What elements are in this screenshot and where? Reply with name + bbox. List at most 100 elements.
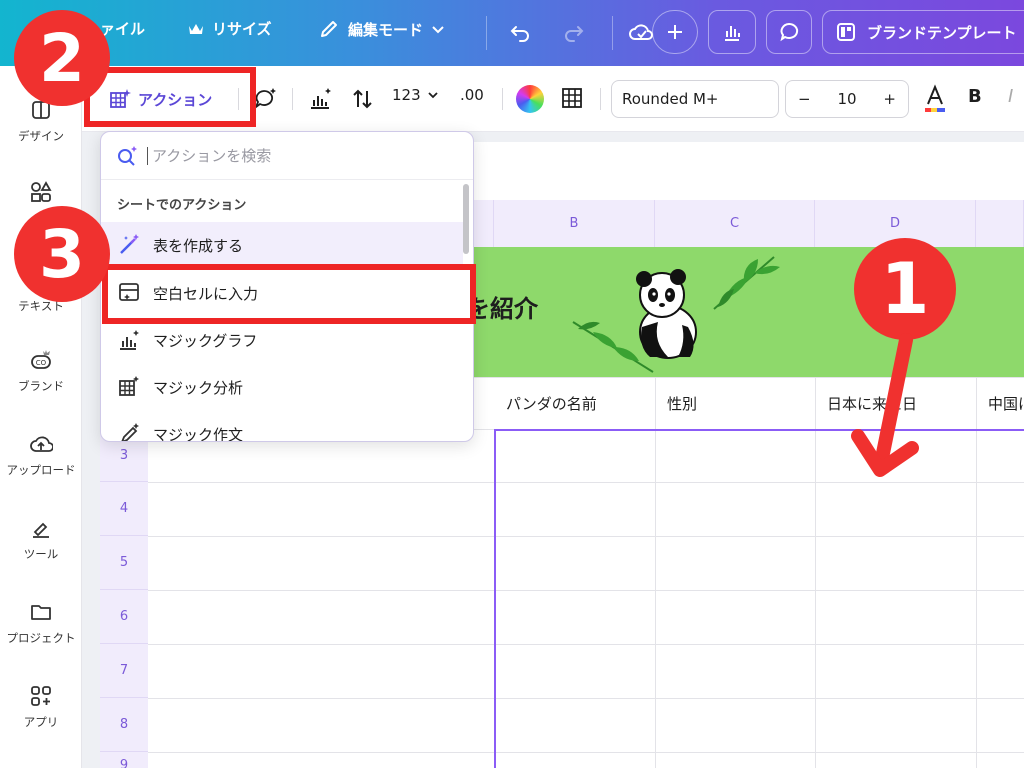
sidebar-item-tools[interactable]: ツール: [0, 516, 82, 562]
sidebar-item-label: プロジェクト: [6, 631, 76, 645]
brand-template-button[interactable]: ブランドテンプレート: [822, 10, 1024, 54]
divider: [600, 88, 601, 110]
edit-mode-label: 編集モード: [348, 20, 424, 39]
font-size-stepper[interactable]: − 10 +: [785, 80, 909, 118]
left-sidebar: デザイン テキスト CO ブランド アップロード ツール プロジェクト アプリ: [0, 66, 82, 768]
table-header-cell[interactable]: 性別: [655, 377, 815, 429]
row-header[interactable]: 8: [100, 698, 148, 752]
font-size-increase-button[interactable]: +: [883, 90, 896, 108]
redo-button[interactable]: [562, 20, 586, 44]
add-button[interactable]: [652, 10, 698, 54]
edit-mode-button[interactable]: 編集モード: [318, 18, 445, 40]
bamboo-leaves-icon: [713, 256, 780, 310]
number-format-label: 123: [392, 86, 421, 104]
italic-button[interactable]: I: [1008, 86, 1013, 107]
sidebar-item-upload[interactable]: アップロード: [0, 432, 82, 478]
table-header-cell[interactable]: 中国に: [976, 377, 1024, 429]
text-color-button[interactable]: [922, 84, 948, 114]
top-bar: ァイル リサイズ 編集モード ブランドテンプレート: [0, 0, 1024, 66]
number-format-dropdown[interactable]: 123: [392, 86, 439, 104]
color-picker-button[interactable]: [516, 85, 544, 113]
text-color-icon: [925, 84, 945, 112]
row-header[interactable]: 4: [100, 482, 148, 536]
divider: [612, 16, 613, 50]
menu-item-label: マジック作文: [153, 425, 244, 442]
menu-item-label: 表を作成する: [153, 236, 244, 255]
undo-button[interactable]: [508, 20, 532, 44]
row-label: 9: [119, 758, 129, 768]
sort-button[interactable]: [350, 86, 376, 112]
decimal-label: .00: [460, 86, 484, 104]
font-size-decrease-button[interactable]: −: [798, 90, 811, 108]
sidebar-item-label: アップロード: [6, 463, 76, 477]
column-label: D: [889, 216, 900, 231]
column-label: C: [729, 216, 740, 231]
brand-template-label: ブランドテンプレート: [867, 23, 1017, 42]
column-header-c[interactable]: C: [655, 200, 815, 247]
insights-button[interactable]: [708, 10, 756, 54]
font-size-value[interactable]: 10: [837, 90, 856, 108]
chart-icon: [120, 330, 139, 350]
sidebar-item-projects[interactable]: プロジェクト: [0, 600, 82, 646]
section-title: シートでのアクション: [117, 198, 247, 213]
border-button[interactable]: [560, 86, 584, 110]
magic-wand-icon: [120, 234, 139, 254]
menu-item-label: マジックグラフ: [153, 331, 258, 350]
dropdown-scrollbar[interactable]: [463, 184, 469, 254]
file-menu[interactable]: ァイル: [100, 18, 145, 39]
row-label: 8: [119, 717, 129, 732]
magic-write-icon: [121, 423, 139, 441]
menu-item-magic-write[interactable]: マジック作文: [101, 411, 463, 442]
step-badge-3: 3: [14, 206, 110, 302]
chevron-down-icon: [432, 26, 444, 34]
row-header[interactable]: 5: [100, 536, 148, 590]
upload-icon: [30, 436, 53, 452]
divider: [486, 16, 487, 50]
font-family-select[interactable]: Rounded M+: [611, 80, 779, 118]
font-family-value: Rounded M+: [622, 90, 719, 108]
file-menu-label: ァイル: [100, 20, 146, 38]
menu-item-create-table[interactable]: 表を作成する: [101, 222, 463, 268]
header-label: 性別: [667, 394, 698, 413]
italic-label: I: [1008, 86, 1014, 107]
row-label: 7: [119, 663, 129, 678]
bamboo-leaves-icon: [572, 321, 654, 373]
column-header-e[interactable]: [976, 200, 1024, 247]
row-header[interactable]: 9: [100, 752, 148, 768]
sidebar-item-label: ツール: [23, 547, 59, 561]
header-label: 中国に: [988, 394, 1024, 413]
menu-item-magic-analysis[interactable]: マジック分析: [101, 364, 463, 410]
row-label: 4: [119, 501, 129, 516]
divider: [502, 88, 503, 110]
tools-icon: [33, 522, 49, 538]
bold-button[interactable]: B: [968, 86, 982, 107]
grid-icon: [562, 88, 582, 108]
action-search-bar: [101, 132, 473, 180]
chart-tool-button[interactable]: [308, 86, 334, 112]
row-header[interactable]: 6: [100, 590, 148, 644]
sidebar-item-brand[interactable]: CO ブランド: [0, 348, 82, 394]
divider: [292, 88, 293, 110]
selected-range[interactable]: [494, 429, 1024, 768]
highlight-box-fill-blank-cells: [102, 264, 476, 324]
analysis-icon: [119, 376, 139, 396]
table-header-cell[interactable]: パンダの名前: [494, 377, 655, 429]
decimal-button[interactable]: .00: [460, 86, 484, 104]
sidebar-item-apps[interactable]: アプリ: [0, 684, 82, 730]
search-sparkle-icon: [118, 145, 137, 166]
row-header[interactable]: 7: [100, 644, 148, 698]
bar-chart-icon: [725, 26, 740, 41]
comment-icon: [780, 22, 799, 42]
bar-chart-sparkle-icon: [311, 88, 331, 109]
redo-icon: [565, 26, 584, 42]
comment-button[interactable]: [766, 10, 812, 54]
svg-text:CO: CO: [36, 359, 47, 367]
sidebar-item-elements[interactable]: [0, 180, 82, 204]
apps-icon: [31, 686, 51, 706]
crown-icon: [189, 23, 203, 34]
resize-button[interactable]: リサイズ: [188, 18, 272, 39]
action-search-input[interactable]: [147, 146, 447, 165]
column-header-b[interactable]: B: [494, 200, 655, 247]
step-badge-2: 2: [14, 10, 110, 106]
folder-icon: [31, 605, 51, 620]
